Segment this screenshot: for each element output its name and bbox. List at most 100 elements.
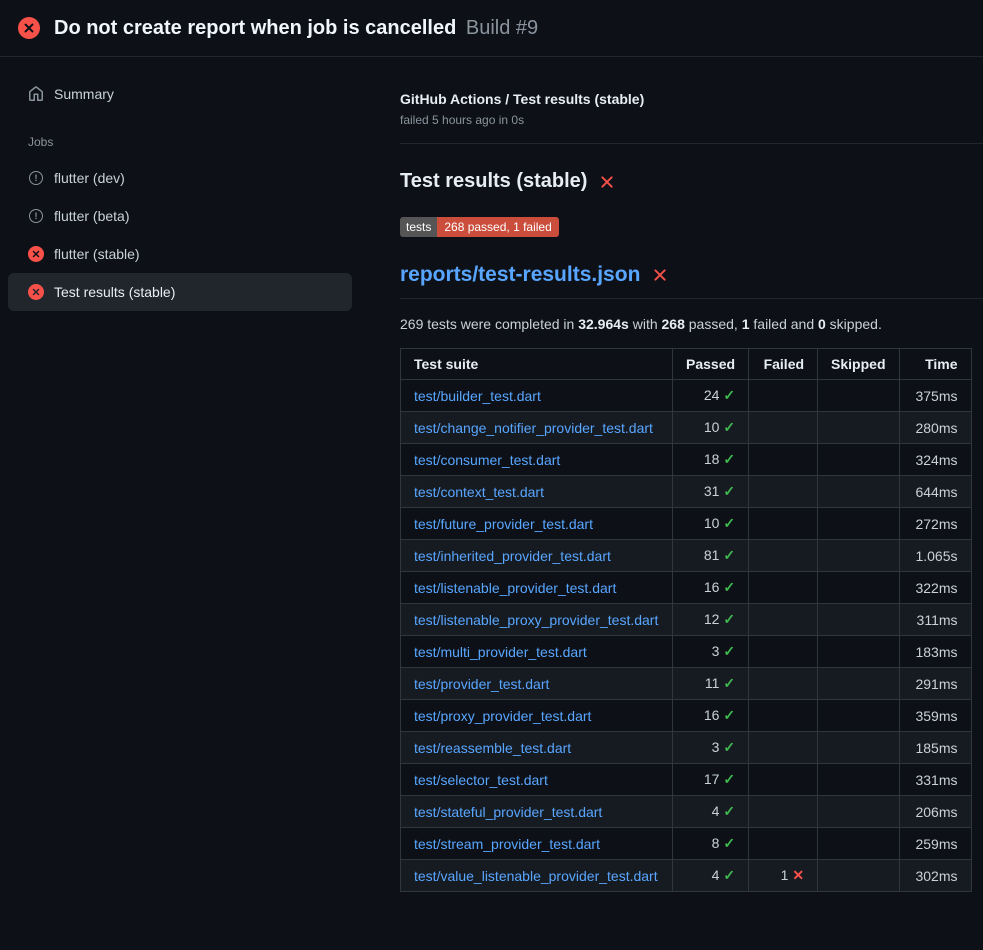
check-icon: ✓ (723, 771, 735, 787)
table-header-row: Test suite Passed Failed Skipped Time (401, 349, 972, 380)
test-suite-link[interactable]: test/context_test.dart (414, 484, 544, 500)
table-row: test/inherited_provider_test.dart81 ✓1.0… (401, 540, 972, 572)
summary-text: failed and (750, 316, 819, 332)
table-row: test/selector_test.dart 17 ✓ 331ms (401, 764, 972, 796)
section-title: Test results (stable) (400, 170, 983, 193)
suite-cell: test/listenable_provider_test.dart (401, 572, 673, 604)
failed-cell (749, 668, 818, 700)
skipped-cell (818, 412, 899, 444)
time-cell: 1.065s (899, 540, 971, 572)
divider (400, 143, 983, 144)
sidebar-item-label: flutter (stable) (54, 246, 140, 262)
col-header-skipped: Skipped (818, 349, 899, 380)
suite-cell: test/stateful_provider_test.dart (401, 796, 673, 828)
skipped-cell (818, 860, 899, 892)
build-title-text: Do not create report when job is cancell… (54, 17, 456, 39)
sidebar-item-flutter-stable[interactable]: flutter (stable) (8, 235, 352, 273)
skipped-cell (818, 508, 899, 540)
suite-cell: test/inherited_provider_test.dart (401, 540, 673, 572)
report-failed-icon (650, 265, 670, 285)
test-suite-link[interactable]: test/builder_test.dart (414, 388, 541, 404)
check-icon: ✓ (723, 579, 735, 595)
summary-skipped-count: 0 (818, 316, 826, 332)
summary-text: passed, (685, 316, 742, 332)
neutral-status-icon: ! (29, 171, 43, 185)
skipped-cell (818, 796, 899, 828)
suite-cell: test/context_test.dart (401, 476, 673, 508)
time-cell: 311ms (899, 604, 971, 636)
x-circle-icon (28, 246, 44, 262)
passed-cell: 8 ✓ (673, 828, 749, 860)
main-content: GitHub Actions / Test results (stable) f… (400, 57, 983, 892)
check-icon: ✓ (723, 387, 735, 403)
sidebar-item-test-results-stable[interactable]: Test results (stable) (8, 273, 352, 311)
summary-line: 269 tests were completed in 32.964s with… (400, 316, 983, 332)
suite-cell: test/reassemble_test.dart (401, 732, 673, 764)
col-header-suite: Test suite (401, 349, 673, 380)
build-header: Do not create report when job is cancell… (0, 0, 983, 57)
summary-text: with (629, 316, 662, 332)
summary-text: skipped. (826, 316, 882, 332)
check-icon: ✓ (723, 419, 735, 435)
suite-cell: test/change_notifier_provider_test.dart (401, 412, 673, 444)
suite-cell: test/consumer_test.dart (401, 444, 673, 476)
sidebar-item-label: flutter (beta) (54, 208, 129, 224)
table-row: test/consumer_test.dart18 ✓324ms (401, 444, 972, 476)
skipped-cell (818, 572, 899, 604)
table-row: test/future_provider_test.dart10 ✓272ms (401, 508, 972, 540)
test-suite-link[interactable]: test/value_listenable_provider_test.dart (414, 868, 658, 884)
test-suite-link[interactable]: test/consumer_test.dart (414, 452, 560, 468)
badge-label: tests (400, 217, 437, 237)
table-row: test/proxy_provider_test.dart16 ✓359ms (401, 700, 972, 732)
check-icon: ✓ (723, 643, 735, 659)
failed-cell (749, 508, 818, 540)
badge-value: 268 passed, 1 failed (437, 217, 558, 237)
test-suite-link[interactable]: test/provider_test.dart (414, 676, 549, 692)
sidebar-item-flutter-beta[interactable]: ! flutter (beta) (8, 197, 352, 235)
test-suite-link[interactable]: test/future_provider_test.dart (414, 516, 593, 532)
passed-cell: 10 ✓ (673, 412, 749, 444)
failed-cell (749, 828, 818, 860)
suite-cell: test/future_provider_test.dart (401, 508, 673, 540)
test-suite-link[interactable]: test/proxy_provider_test.dart (414, 708, 591, 724)
check-icon: ✓ (723, 547, 735, 563)
time-cell: 291ms (899, 668, 971, 700)
passed-cell: 4 ✓ (673, 860, 749, 892)
passed-cell: 17 ✓ (673, 764, 749, 796)
time-cell: 272ms (899, 508, 971, 540)
test-suite-link[interactable]: test/change_notifier_provider_test.dart (414, 420, 653, 436)
neutral-status-icon: ! (29, 209, 43, 223)
col-header-failed: Failed (749, 349, 818, 380)
check-icon: ✓ (723, 675, 735, 691)
failed-cell (749, 380, 818, 412)
test-suite-link[interactable]: test/selector_test.dart (414, 772, 548, 788)
test-suite-link[interactable]: test/stateful_provider_test.dart (414, 804, 602, 820)
time-cell: 259ms (899, 828, 971, 860)
summary-passed-count: 268 (662, 316, 685, 332)
time-cell: 331ms (899, 764, 971, 796)
results-table: Test suite Passed Failed Skipped Time te… (400, 348, 972, 892)
section-title-text: Test results (stable) (400, 170, 587, 193)
col-header-time: Time (899, 349, 971, 380)
passed-cell: 11 ✓ (673, 668, 749, 700)
skipped-cell (818, 444, 899, 476)
test-table-body: test/builder_test.dart24 ✓375mstest/chan… (401, 380, 972, 892)
table-row: test/value_listenable_provider_test.dart… (401, 860, 972, 892)
report-link[interactable]: reports/test-results.json (400, 263, 640, 287)
test-suite-link[interactable]: test/listenable_proxy_provider_test.dart (414, 612, 658, 628)
test-suite-link[interactable]: test/reassemble_test.dart (414, 740, 571, 756)
jobs-heading: Jobs (28, 135, 352, 149)
summary-duration: 32.964s (578, 316, 629, 332)
passed-cell: 3 ✓ (673, 636, 749, 668)
sidebar-item-flutter-dev[interactable]: !flutter (dev) (8, 159, 352, 197)
table-row: test/stateful_provider_test.dart4 ✓206ms (401, 796, 972, 828)
test-suite-link[interactable]: test/multi_provider_test.dart (414, 644, 587, 660)
sidebar-item-summary[interactable]: Summary (8, 77, 352, 111)
table-row: test/provider_test.dart 11 ✓ 291ms (401, 668, 972, 700)
suite-cell: test/value_listenable_provider_test.dart (401, 860, 673, 892)
test-suite-link[interactable]: test/stream_provider_test.dart (414, 836, 600, 852)
test-suite-link[interactable]: test/listenable_provider_test.dart (414, 580, 616, 596)
skipped-cell (818, 732, 899, 764)
time-cell: 206ms (899, 796, 971, 828)
test-suite-link[interactable]: test/inherited_provider_test.dart (414, 548, 611, 564)
